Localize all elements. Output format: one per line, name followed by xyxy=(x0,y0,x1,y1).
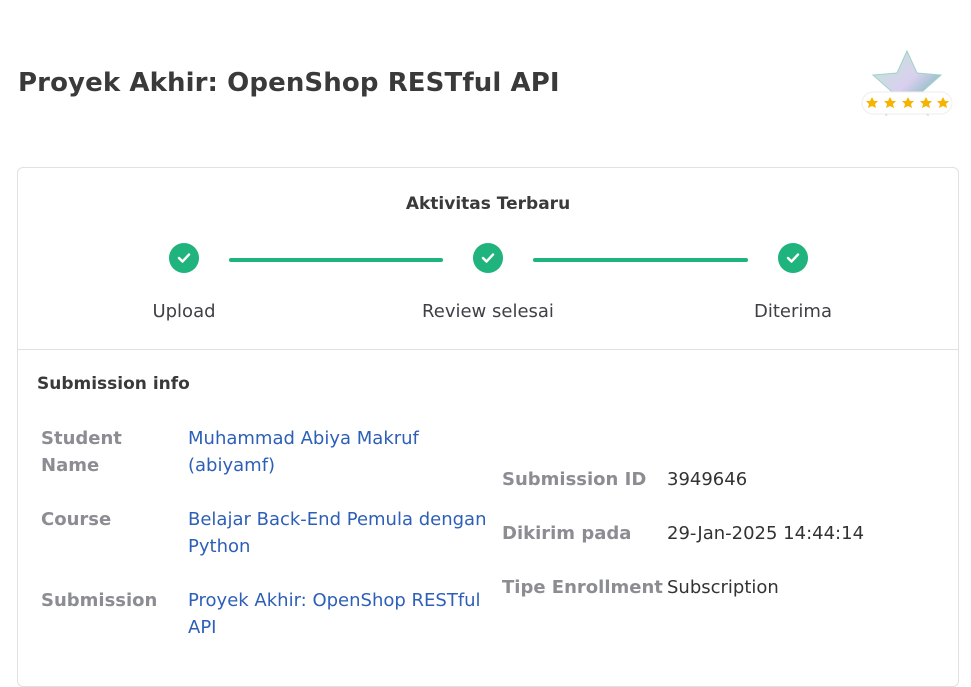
step-label-upload: Upload xyxy=(152,301,216,322)
activity-title: Aktivitas Terbaru xyxy=(405,194,571,214)
step-label-review: Review selesai xyxy=(422,301,554,322)
submission-id-label: Submission ID xyxy=(502,469,647,490)
step-accepted-check-icon xyxy=(778,243,808,273)
student-name-label: Student Name xyxy=(41,428,122,476)
submitted-at-label: Dikirim pada xyxy=(502,523,632,544)
student-name-link[interactable]: Muhammad Abiya Makruf (abiyamf) xyxy=(188,425,419,479)
submission-info-title: Submission info xyxy=(37,374,190,394)
enrollment-type-value: Subscription xyxy=(667,577,779,598)
course-link[interactable]: Belajar Back-End Pemula dengan Python xyxy=(188,506,487,560)
submitted-at-value: 29-Jan-2025 14:44:14 xyxy=(667,523,865,544)
submission-id-value: 3949646 xyxy=(667,469,748,490)
step-connector-2 xyxy=(533,258,748,262)
step-label-accepted: Diterima xyxy=(754,301,832,322)
activity-section: Aktivitas Terbaru Upload Review selesai … xyxy=(18,168,958,350)
course-label: Course xyxy=(41,509,112,530)
page-title: Proyek Akhir: OpenShop RESTful API xyxy=(18,68,560,98)
step-connector-1 xyxy=(229,258,443,262)
submission-link[interactable]: Proyek Akhir: OpenShop RESTful API xyxy=(188,587,481,641)
submission-label: Submission xyxy=(41,590,158,611)
step-review-check-icon xyxy=(473,243,503,273)
star-badge-icon xyxy=(857,48,957,124)
submission-card: Aktivitas Terbaru Upload Review selesai … xyxy=(17,167,959,687)
enrollment-type-label: Tipe Enrollment xyxy=(502,577,663,598)
step-upload-check-icon xyxy=(169,243,199,273)
